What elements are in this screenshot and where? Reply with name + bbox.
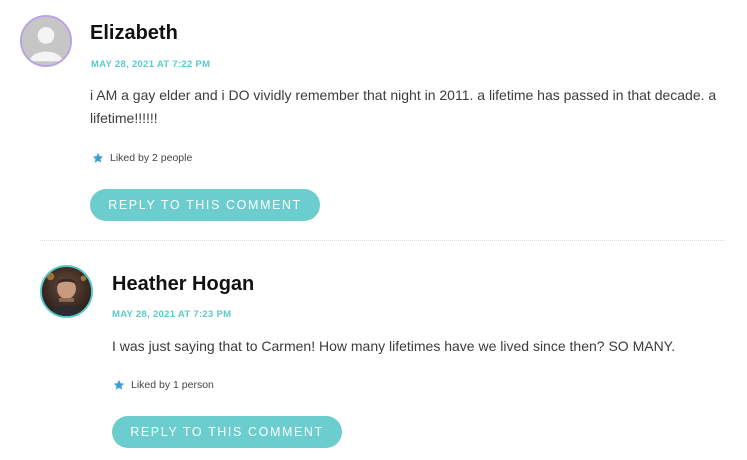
default-user-avatar-icon: [22, 17, 70, 65]
reply-button[interactable]: REPLY TO THIS COMMENT: [112, 416, 342, 448]
avatar[interactable]: [20, 15, 72, 67]
comment-author[interactable]: Heather Hogan: [112, 273, 254, 296]
comment-author[interactable]: Elizabeth: [90, 22, 178, 45]
comment-text: I was just saying that to Carmen! How ma…: [112, 338, 676, 354]
reply-button[interactable]: REPLY TO THIS COMMENT: [90, 189, 320, 221]
comment-text: i AM a gay elder and i DO vividly rememb…: [90, 87, 717, 126]
star-icon: [92, 152, 104, 164]
likes-indicator[interactable]: Liked by 1 person: [113, 379, 214, 391]
avatar[interactable]: [40, 265, 93, 318]
comment-date[interactable]: MAY 28, 2021 AT 7:23 PM: [112, 309, 231, 320]
comment-elizabeth: Elizabeth MAY 28, 2021 AT 7:22 PM i AM a…: [0, 0, 747, 240]
user-photo-avatar: [42, 267, 91, 316]
star-icon: [113, 379, 125, 391]
likes-indicator[interactable]: Liked by 2 people: [92, 152, 192, 164]
comment-heather-hogan: Heather Hogan MAY 28, 2021 AT 7:23 PM I …: [0, 241, 747, 460]
likes-label: Liked by 2 people: [110, 152, 193, 164]
likes-label: Liked by 1 person: [131, 379, 214, 391]
comment-date[interactable]: MAY 28, 2021 AT 7:22 PM: [91, 59, 210, 70]
